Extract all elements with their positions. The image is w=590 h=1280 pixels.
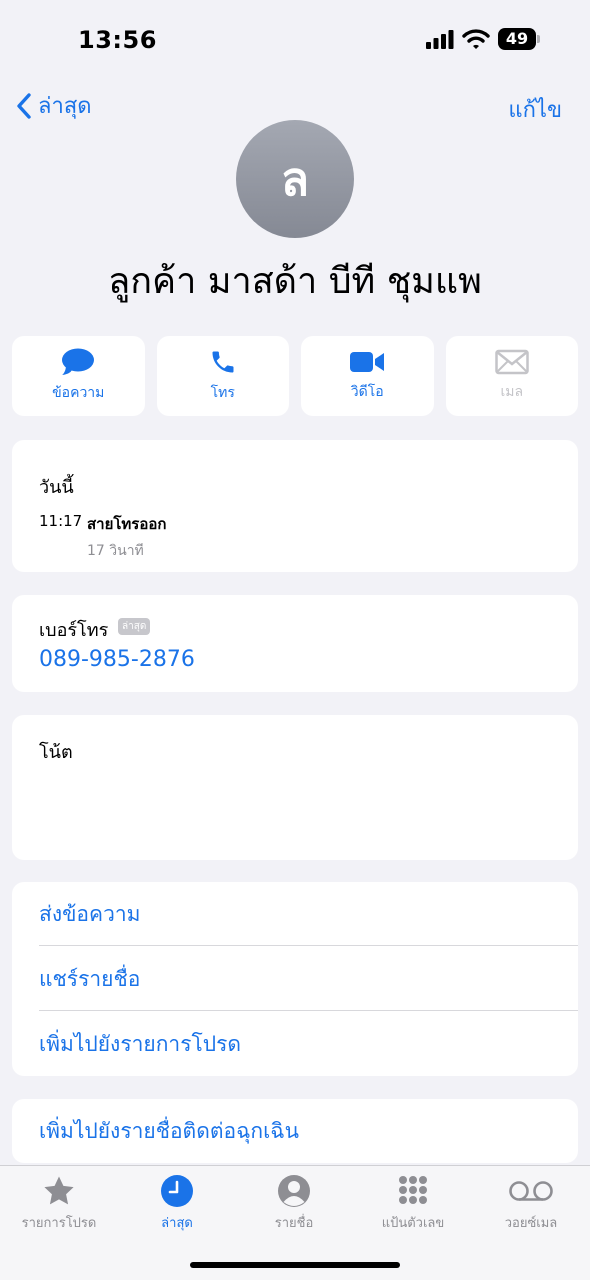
add-to-favorites-link[interactable]: เพิ่มไปยังรายการโปรด [39, 1012, 578, 1076]
status-bar: 13:56 49 [0, 0, 590, 80]
message-action-label: ข้อความ [52, 385, 105, 401]
tab-contacts[interactable]: รายชื่อ [239, 1174, 349, 1233]
cellular-signal-icon [426, 30, 454, 49]
notes-label: โน้ต [39, 742, 73, 763]
back-button[interactable]: ล่าสุด [16, 88, 92, 123]
back-button-label: ล่าสุด [38, 94, 92, 119]
recent-call-duration: 17 วินาที [87, 543, 144, 559]
mail-action-button[interactable]: เมล [445, 336, 578, 416]
notes-card[interactable]: โน้ต [12, 715, 578, 860]
share-contact-link[interactable]: แชร์รายชื่อ [39, 947, 578, 1011]
battery-level: 49 [498, 28, 536, 50]
tab-voicemail[interactable]: วอยซ์เมล [476, 1174, 586, 1233]
tab-favorites[interactable]: รายการโปรด [4, 1174, 114, 1233]
tab-keypad[interactable]: แป้นตัวเลข [358, 1174, 468, 1233]
links-card: ส่งข้อความ แชร์รายชื่อ เพิ่มไปยังรายการโ… [12, 882, 578, 1076]
video-action-label: วิดีโอ [350, 384, 384, 400]
send-message-link[interactable]: ส่งข้อความ [39, 882, 578, 946]
chevron-left-icon [17, 92, 31, 119]
tab-contacts-label: รายชื่อ [274, 1216, 314, 1231]
phone-label: เบอร์โทร [39, 620, 109, 641]
status-time: 13:56 [78, 26, 157, 54]
tab-recents-label: ล่าสุด [161, 1216, 193, 1231]
wifi-icon [462, 29, 490, 49]
mail-action-label: เมล [500, 384, 524, 400]
tab-keypad-label: แป้นตัวเลข [381, 1216, 445, 1231]
keypad-icon [399, 1176, 427, 1204]
voicemail-icon [509, 1181, 553, 1201]
avatar-initial: ล [280, 151, 310, 206]
phone-card[interactable]: เบอร์โทร ล่าสุด 089-985-2876 [12, 595, 578, 692]
tab-recents[interactable]: ล่าสุด [122, 1174, 232, 1233]
clock-icon [161, 1175, 193, 1207]
recent-call-time: 11:17 [39, 512, 83, 530]
tab-favorites-label: รายการโปรด [21, 1216, 97, 1231]
status-icons: 49 [426, 28, 540, 50]
battery-icon: 49 [498, 28, 540, 50]
tab-voicemail-label: วอยซ์เมล [504, 1216, 558, 1231]
contact-name: ลูกค้า มาสด้า บีที ชุมแพ [108, 261, 482, 302]
avatar: ล [236, 120, 354, 238]
mail-icon [495, 349, 529, 375]
call-action-label: โทร [210, 385, 235, 401]
phone-number[interactable]: 089-985-2876 [39, 647, 195, 672]
phone-icon [212, 351, 234, 373]
video-action-button[interactable]: วิดีโอ [301, 336, 434, 416]
quick-actions: ข้อความ โทร วิดีโอ เมล [12, 336, 578, 416]
recent-badge: ล่าสุด [118, 618, 151, 635]
video-camera-icon [350, 352, 385, 372]
star-icon [44, 1176, 74, 1205]
home-indicator [190, 1262, 400, 1268]
recent-calls-card: วันนี้ 11:17 สายโทรออก 17 วินาที [12, 440, 578, 572]
call-action-button[interactable]: โทร [156, 336, 289, 416]
add-emergency-contact-link[interactable]: เพิ่มไปยังรายชื่อติดต่อฉุกเฉิน [39, 1099, 299, 1163]
message-bubble-icon [62, 348, 95, 375]
emergency-card: เพิ่มไปยังรายชื่อติดต่อฉุกเฉิน [12, 1099, 578, 1163]
recent-call-type: สายโทรออก [87, 515, 167, 533]
recent-day-title: วันนี้ [39, 477, 74, 498]
edit-button[interactable]: แก้ไข [508, 92, 562, 127]
message-action-button[interactable]: ข้อความ [12, 336, 145, 416]
person-circle-icon [278, 1175, 310, 1207]
